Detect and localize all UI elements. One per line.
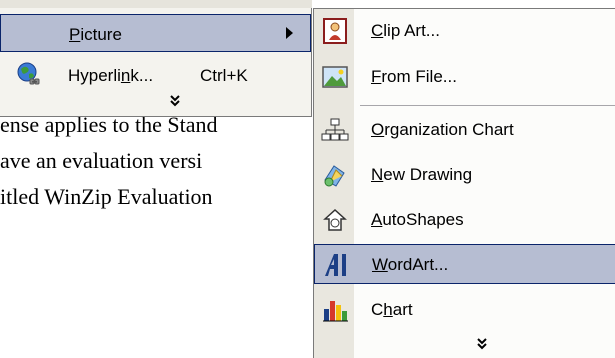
- label-rest: utoShapes: [382, 210, 464, 229]
- mnemonic: h: [383, 300, 393, 319]
- label-rest: rganization Chart: [384, 120, 514, 139]
- mnemonic: F: [371, 67, 382, 86]
- menu-item-label: AutoShapes: [371, 210, 464, 230]
- picture-submenu: Clip Art... From File... Organization Ch…: [313, 8, 615, 358]
- menu-item-label: Picture: [69, 25, 122, 45]
- label-part: C: [371, 300, 384, 319]
- label-rest: rom File...: [381, 67, 457, 86]
- label-part: k...: [130, 66, 154, 85]
- mnemonic: n: [120, 66, 131, 85]
- menu-item-label: New Drawing: [371, 165, 472, 185]
- menu-separator: [360, 105, 615, 106]
- label-rest: ordArt...: [387, 255, 449, 274]
- menu-item-label: From File...: [371, 67, 457, 87]
- organization-chart-icon: [321, 118, 349, 141]
- double-chevron-down-icon: [477, 338, 487, 350]
- menu-item-hyperlink[interactable]: Hyperlink... Ctrl+K: [0, 56, 311, 96]
- mnemonic: A: [371, 210, 383, 229]
- mnemonic: W: [372, 255, 388, 274]
- new-drawing-icon: [324, 165, 345, 187]
- hyperlink-globe-icon: [17, 62, 40, 85]
- menu-item-label: Clip Art...: [371, 21, 440, 41]
- clip-art-icon: [323, 18, 347, 44]
- chart-icon: [323, 301, 348, 322]
- document-line: ave an evaluation versi: [0, 148, 203, 173]
- submenu-arrow-icon: [286, 27, 293, 39]
- menu-item-label: Hyperlink...: [68, 66, 153, 86]
- menu-item-organization-chart[interactable]: Organization Chart: [314, 110, 615, 150]
- menu-item-from-file[interactable]: From File...: [314, 57, 615, 97]
- mnemonic: N: [371, 165, 384, 184]
- mnemonic: C: [371, 21, 384, 40]
- menu-item-picture[interactable]: Picture: [0, 14, 311, 52]
- menu-item-shortcut: Ctrl+K: [200, 66, 248, 85]
- label-part: Hyperli: [68, 66, 121, 85]
- menu-item-label: WordArt...: [372, 255, 448, 275]
- expand-menu-chevron-icon[interactable]: [170, 94, 180, 110]
- menu-item-label: Chart: [371, 300, 413, 320]
- mnemonic: P: [69, 25, 81, 44]
- menu-item-chart[interactable]: Chart: [314, 290, 615, 330]
- menu-item-clip-art[interactable]: Clip Art...: [314, 11, 615, 51]
- menu-item-new-drawing[interactable]: New Drawing: [314, 155, 615, 195]
- label-rest: ew Drawing: [383, 165, 473, 184]
- document-line: itled WinZip Evaluation: [0, 184, 213, 209]
- menu-item-label: Organization Chart: [371, 120, 514, 140]
- wordart-icon: [325, 254, 346, 276]
- autoshapes-icon: [323, 208, 347, 231]
- label-rest: icture: [80, 25, 122, 44]
- label-rest: lip Art...: [383, 21, 440, 40]
- menu-top-edge: [0, 0, 312, 8]
- double-chevron-down-icon: [170, 95, 180, 107]
- menu-item-autoshapes[interactable]: AutoShapes: [314, 200, 615, 240]
- insert-menu: Picture Hyperlink... Ctrl+K: [0, 0, 312, 117]
- mnemonic: O: [371, 120, 385, 139]
- label-rest: art: [392, 300, 413, 319]
- expand-submenu-chevron[interactable]: [477, 337, 487, 353]
- menu-item-wordart[interactable]: WordArt...: [314, 244, 615, 284]
- from-file-icon: [322, 66, 348, 88]
